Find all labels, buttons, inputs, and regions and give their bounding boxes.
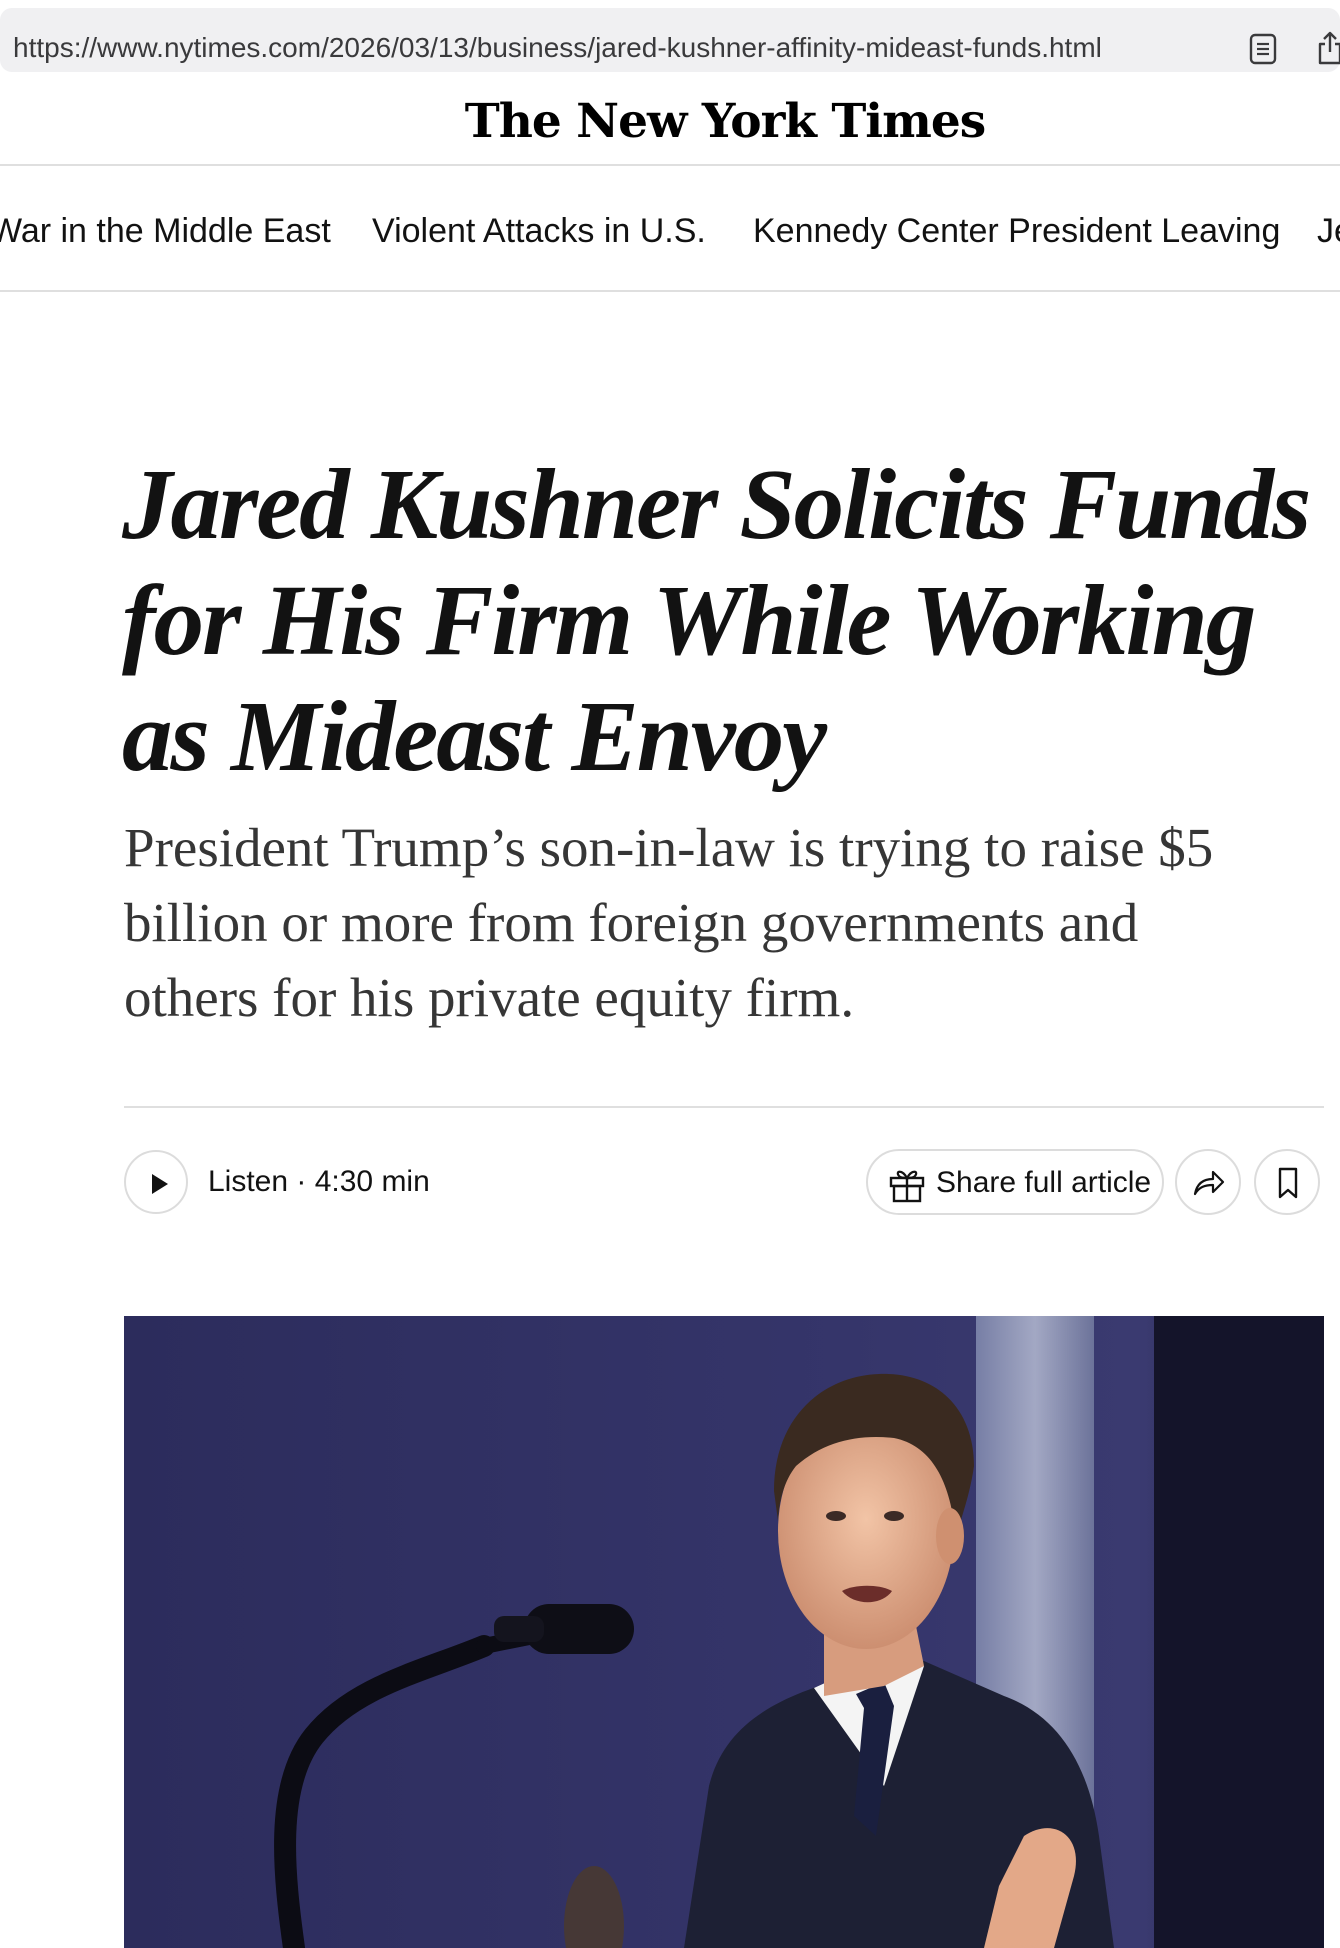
save-bookmark-button[interactable]: [1254, 1149, 1320, 1215]
share-full-article-label: Share full article: [936, 1166, 1152, 1199]
share-button[interactable]: [1175, 1149, 1241, 1215]
url-text[interactable]: https://www.nytimes.com/2026/03/13/busin…: [13, 30, 1102, 66]
share-arrow-icon: [1193, 1170, 1225, 1196]
article-headline: Jared Kushner Solicits Funds for His Fir…: [122, 448, 1311, 792]
share-full-article-button[interactable]: Share full article: [866, 1149, 1164, 1215]
reader-view-icon[interactable]: [1249, 33, 1277, 65]
photo-speaker-illustration: [124, 1316, 1324, 1948]
article-summary: President Trump’s son-in-law is trying t…: [124, 817, 1214, 1028]
nav-item-violent-attacks[interactable]: Violent Attacks in U.S.: [372, 211, 706, 251]
listen-label[interactable]: Listen · 4:30 min: [208, 1163, 430, 1201]
topic-nav: War in the Middle East Violent Attacks i…: [0, 166, 1340, 292]
divider: [124, 1106, 1324, 1108]
lead-photo[interactable]: [124, 1316, 1324, 1948]
gift-icon: [889, 1170, 925, 1203]
nav-item-war-middle-east[interactable]: War in the Middle East: [0, 211, 331, 251]
address-bar[interactable]: https://www.nytimes.com/2026/03/13/busin…: [0, 8, 1340, 72]
listen-play-button[interactable]: [124, 1150, 188, 1214]
play-icon: [152, 1174, 168, 1194]
browser-toolbar: https://www.nytimes.com/2026/03/13/busin…: [0, 0, 1340, 80]
masthead: The New York Times: [0, 80, 1340, 166]
nav-item-truncated[interactable]: Je: [1317, 211, 1340, 251]
bookmark-icon: [1278, 1167, 1298, 1199]
nav-item-kennedy-center[interactable]: Kennedy Center President Leaving: [753, 211, 1280, 251]
share-icon[interactable]: [1316, 30, 1340, 66]
nyt-logo[interactable]: The New York Times: [0, 94, 1340, 149]
